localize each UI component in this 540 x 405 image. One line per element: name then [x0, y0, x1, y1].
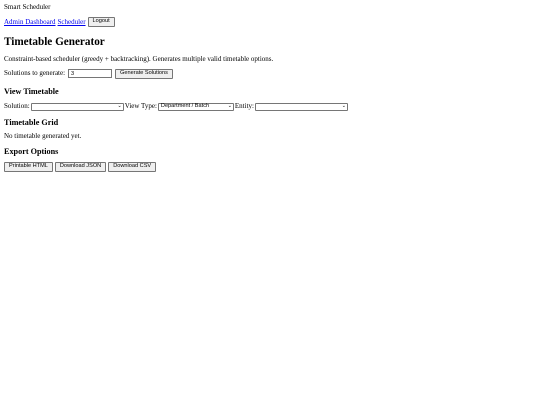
nav-link-scheduler[interactable]: Scheduler [58, 18, 86, 26]
view-selectors: Solution: ⌄ View Type: Department / Batc… [4, 102, 536, 111]
export-options-heading: Export Options [4, 147, 59, 156]
page-title: Timetable Generator [4, 36, 105, 48]
chevron-down-icon: ⌄ [341, 103, 346, 109]
download-json-button[interactable]: Download JSON [54, 162, 107, 172]
export-buttons: Printable HTML Download JSON Download CS… [4, 162, 536, 172]
chevron-down-icon: ⌄ [117, 103, 122, 109]
view-type-label: View Type: [124, 102, 157, 111]
solution-select[interactable]: ⌄ [30, 102, 124, 111]
printable-html-button[interactable]: Printable HTML [4, 162, 53, 172]
solutions-label: Solutions to generate: [4, 69, 66, 78]
page-description: Constraint-based scheduler (greedy + bac… [4, 55, 274, 63]
page: Smart Scheduler Admin Dashboard Schedule… [4, 3, 536, 172]
download-csv-button[interactable]: Download CSV [108, 162, 157, 172]
top-nav: Admin Dashboard Scheduler Logout [4, 17, 536, 27]
view-type-select[interactable]: Department / Batch ⌄ [157, 102, 234, 111]
generate-solutions-button[interactable]: Generate Solutions [115, 68, 173, 79]
view-timetable-heading: View Timetable [4, 87, 59, 96]
empty-state-message: No timetable generated yet. [4, 132, 82, 140]
generate-controls: Solutions to generate: Generate Solution… [4, 68, 536, 79]
logout-button[interactable]: Logout [87, 17, 115, 27]
solution-label: Solution: [4, 102, 30, 111]
solutions-count-input[interactable] [68, 69, 113, 78]
entity-select[interactable]: ⌄ [254, 102, 348, 111]
view-type-select-value: Department / Batch [160, 103, 210, 110]
chevron-down-icon: ⌄ [227, 103, 232, 109]
nav-link-admin-dashboard[interactable]: Admin Dashboard [4, 18, 56, 26]
timetable-grid-heading: Timetable Grid [4, 118, 59, 127]
site-title: Smart Scheduler [4, 3, 51, 12]
entity-label: Entity: [234, 102, 254, 111]
